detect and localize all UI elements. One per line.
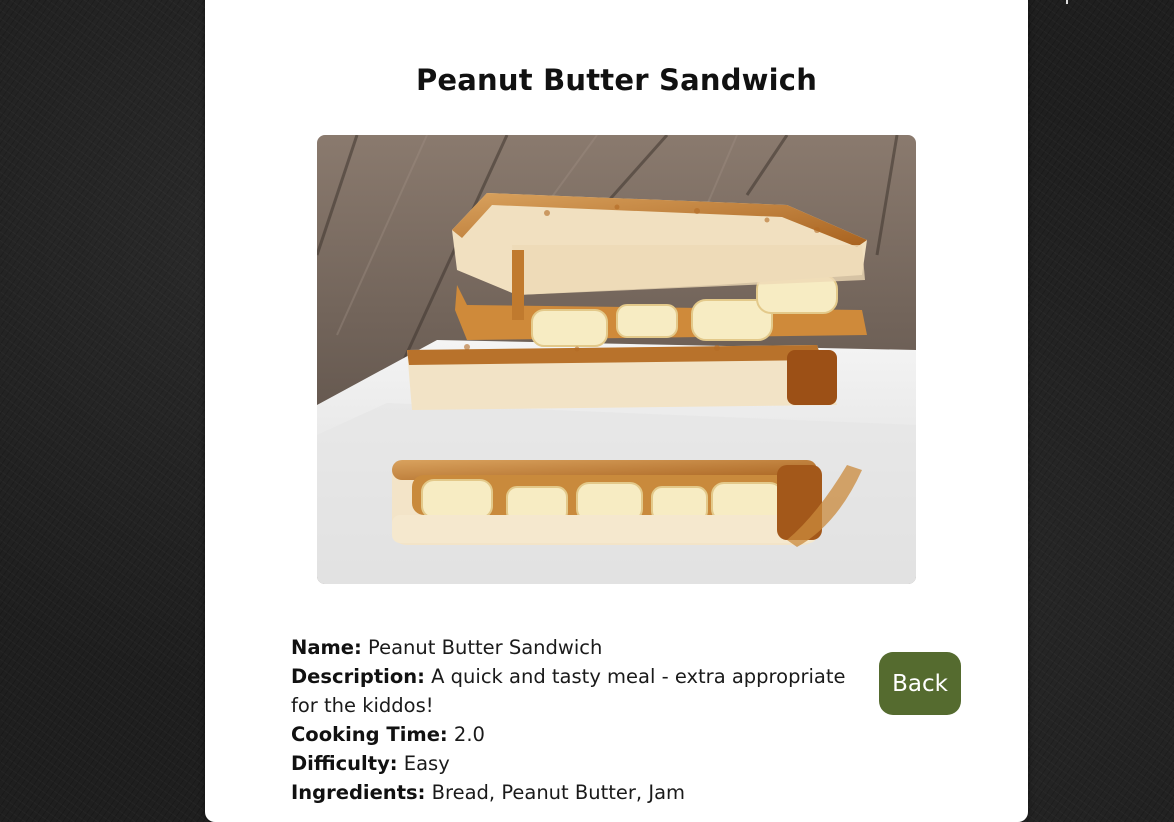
cooking-time-value: 2.0 — [453, 723, 485, 746]
cooking-time-label: Cooking Time: — [291, 723, 448, 746]
description-label: Description: — [291, 665, 425, 688]
name-row: Name: Peanut Butter Sandwich — [291, 633, 851, 662]
recipe-image — [317, 135, 916, 584]
name-label: Name: — [291, 636, 362, 659]
recipe-details: Name: Peanut Butter Sandwich Description… — [291, 633, 851, 807]
name-value: Peanut Butter Sandwich — [368, 636, 603, 659]
description-row: Description: A quick and tasty meal - ex… — [291, 662, 851, 720]
ingredients-row: Ingredients: Bread, Peanut Butter, Jam — [291, 778, 851, 807]
corner-mark — [1066, 0, 1068, 4]
difficulty-value: Easy — [403, 752, 450, 775]
difficulty-label: Difficulty: — [291, 752, 398, 775]
cooking-time-row: Cooking Time: 2.0 — [291, 720, 851, 749]
ingredients-value: Bread, Peanut Butter, Jam — [431, 781, 686, 804]
back-button[interactable]: Back — [879, 652, 961, 715]
ingredients-label: Ingredients: — [291, 781, 426, 804]
page-title: Peanut Butter Sandwich — [415, 63, 818, 97]
difficulty-row: Difficulty: Easy — [291, 749, 851, 778]
recipe-card: Peanut Butter Sandwich Name: Peanut Butt… — [205, 0, 1028, 822]
